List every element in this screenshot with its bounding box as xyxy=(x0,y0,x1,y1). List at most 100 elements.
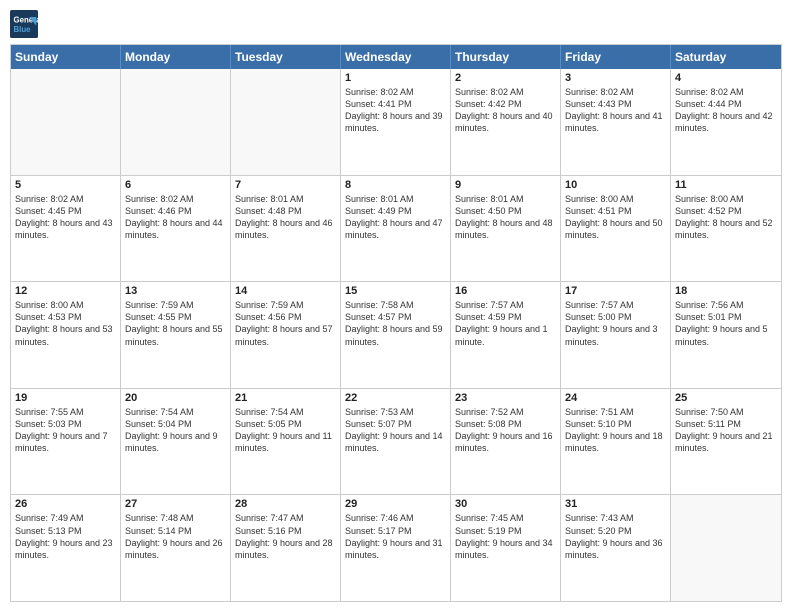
day-number: 8 xyxy=(345,179,446,191)
day-info: Sunrise: 8:02 AMSunset: 4:42 PMDaylight:… xyxy=(455,86,556,135)
day-info: Sunrise: 7:56 AMSunset: 5:01 PMDaylight:… xyxy=(675,299,777,348)
day-number: 9 xyxy=(455,179,556,191)
day-cell: 25 Sunrise: 7:50 AMSunset: 5:11 PMDayligh… xyxy=(671,389,781,495)
calendar-body: 1 Sunrise: 8:02 AMSunset: 4:41 PMDaylight… xyxy=(11,69,781,601)
day-number: 30 xyxy=(455,498,556,510)
page: General Blue SundayMondayTuesdayWednesda… xyxy=(0,0,792,612)
day-number: 15 xyxy=(345,285,446,297)
day-number: 2 xyxy=(455,72,556,84)
day-number: 12 xyxy=(15,285,116,297)
day-number: 7 xyxy=(235,179,336,191)
day-number: 10 xyxy=(565,179,666,191)
day-info: Sunrise: 7:54 AMSunset: 5:05 PMDaylight:… xyxy=(235,406,336,455)
day-cell: 15 Sunrise: 7:58 AMSunset: 4:57 PMDayligh… xyxy=(341,282,451,388)
calendar-row: 12 Sunrise: 8:00 AMSunset: 4:53 PMDayligh… xyxy=(11,282,781,389)
day-info: Sunrise: 8:00 AMSunset: 4:53 PMDaylight:… xyxy=(15,299,116,348)
day-number: 21 xyxy=(235,392,336,404)
day-cell: 2 Sunrise: 8:02 AMSunset: 4:42 PMDaylight… xyxy=(451,69,561,175)
day-number: 28 xyxy=(235,498,336,510)
day-info: Sunrise: 7:57 AMSunset: 5:00 PMDaylight:… xyxy=(565,299,666,348)
day-cell: 9 Sunrise: 8:01 AMSunset: 4:50 PMDaylight… xyxy=(451,176,561,282)
day-number: 24 xyxy=(565,392,666,404)
day-info: Sunrise: 7:50 AMSunset: 5:11 PMDaylight:… xyxy=(675,406,777,455)
day-number: 27 xyxy=(125,498,226,510)
day-info: Sunrise: 8:01 AMSunset: 4:50 PMDaylight:… xyxy=(455,193,556,242)
day-info: Sunrise: 8:02 AMSunset: 4:45 PMDaylight:… xyxy=(15,193,116,242)
day-cell: 12 Sunrise: 8:00 AMSunset: 4:53 PMDayligh… xyxy=(11,282,121,388)
day-info: Sunrise: 7:46 AMSunset: 5:17 PMDaylight:… xyxy=(345,512,446,561)
day-info: Sunrise: 7:48 AMSunset: 5:14 PMDaylight:… xyxy=(125,512,226,561)
day-cell: 28 Sunrise: 7:47 AMSunset: 5:16 PMDayligh… xyxy=(231,495,341,601)
day-number: 25 xyxy=(675,392,777,404)
day-cell: 13 Sunrise: 7:59 AMSunset: 4:55 PMDayligh… xyxy=(121,282,231,388)
day-cell: 7 Sunrise: 8:01 AMSunset: 4:48 PMDaylight… xyxy=(231,176,341,282)
header: General Blue xyxy=(10,10,782,38)
day-cell: 19 Sunrise: 7:55 AMSunset: 5:03 PMDayligh… xyxy=(11,389,121,495)
day-info: Sunrise: 8:01 AMSunset: 4:48 PMDaylight:… xyxy=(235,193,336,242)
day-number: 23 xyxy=(455,392,556,404)
day-number: 13 xyxy=(125,285,226,297)
day-number: 3 xyxy=(565,72,666,84)
logo-icon: General Blue xyxy=(10,10,38,38)
day-info: Sunrise: 7:47 AMSunset: 5:16 PMDaylight:… xyxy=(235,512,336,561)
calendar: SundayMondayTuesdayWednesdayThursdayFrid… xyxy=(10,44,782,602)
day-number: 19 xyxy=(15,392,116,404)
day-cell: 5 Sunrise: 8:02 AMSunset: 4:45 PMDaylight… xyxy=(11,176,121,282)
day-cell: 3Sunrise: 8:02 AMSunset: 4:43 PMDaylight… xyxy=(561,69,671,175)
day-info: Sunrise: 7:45 AMSunset: 5:19 PMDaylight:… xyxy=(455,512,556,561)
day-cell: 30 Sunrise: 7:45 AMSunset: 5:19 PMDayligh… xyxy=(451,495,561,601)
day-info: Sunrise: 7:55 AMSunset: 5:03 PMDaylight:… xyxy=(15,406,116,455)
day-number: 26 xyxy=(15,498,116,510)
day-number: 16 xyxy=(455,285,556,297)
day-info: Sunrise: 7:49 AMSunset: 5:13 PMDaylight:… xyxy=(15,512,116,561)
calendar-row: 5 Sunrise: 8:02 AMSunset: 4:45 PMDaylight… xyxy=(11,176,781,283)
day-number: 31 xyxy=(565,498,666,510)
day-info: Sunrise: 8:02 AMSunset: 4:41 PMDaylight:… xyxy=(345,86,446,135)
day-number: 18 xyxy=(675,285,777,297)
day-cell: 20 Sunrise: 7:54 AMSunset: 5:04 PMDayligh… xyxy=(121,389,231,495)
day-number: 14 xyxy=(235,285,336,297)
day-info: Sunrise: 8:00 AMSunset: 4:52 PMDaylight:… xyxy=(675,193,777,242)
day-number: 5 xyxy=(15,179,116,191)
calendar-header: SundayMondayTuesdayWednesdayThursdayFrid… xyxy=(11,45,781,69)
empty-cell xyxy=(11,69,121,175)
day-info: Sunrise: 7:57 AMSunset: 4:59 PMDaylight:… xyxy=(455,299,556,348)
day-info: Sunrise: 7:58 AMSunset: 4:57 PMDaylight:… xyxy=(345,299,446,348)
weekday-header: Tuesday xyxy=(231,45,341,69)
day-info: Sunrise: 7:54 AMSunset: 5:04 PMDaylight:… xyxy=(125,406,226,455)
logo: General Blue xyxy=(10,10,42,38)
day-number: 22 xyxy=(345,392,446,404)
calendar-row: 19 Sunrise: 7:55 AMSunset: 5:03 PMDayligh… xyxy=(11,389,781,496)
day-number: 20 xyxy=(125,392,226,404)
day-cell: 21 Sunrise: 7:54 AMSunset: 5:05 PMDayligh… xyxy=(231,389,341,495)
calendar-row: 26 Sunrise: 7:49 AMSunset: 5:13 PMDayligh… xyxy=(11,495,781,601)
day-cell: 8 Sunrise: 8:01 AMSunset: 4:49 PMDaylight… xyxy=(341,176,451,282)
day-info: Sunrise: 7:59 AMSunset: 4:55 PMDaylight:… xyxy=(125,299,226,348)
weekday-header: Friday xyxy=(561,45,671,69)
weekday-header: Saturday xyxy=(671,45,781,69)
day-number: 29 xyxy=(345,498,446,510)
day-info: Sunrise: 7:52 AMSunset: 5:08 PMDaylight:… xyxy=(455,406,556,455)
day-info: Sunrise: 7:43 AMSunset: 5:20 PMDaylight:… xyxy=(565,512,666,561)
day-info: Sunrise: 8:02 AMSunset: 4:44 PMDaylight:… xyxy=(675,86,777,135)
day-number: 1 xyxy=(345,72,446,84)
day-cell: 11Sunrise: 8:00 AMSunset: 4:52 PMDayligh… xyxy=(671,176,781,282)
day-info: Sunrise: 7:51 AMSunset: 5:10 PMDaylight:… xyxy=(565,406,666,455)
day-info: Sunrise: 8:01 AMSunset: 4:49 PMDaylight:… xyxy=(345,193,446,242)
day-cell: 31 Sunrise: 7:43 AMSunset: 5:20 PMDayligh… xyxy=(561,495,671,601)
day-cell: 18 Sunrise: 7:56 AMSunset: 5:01 PMDayligh… xyxy=(671,282,781,388)
day-cell: 17Sunrise: 7:57 AMSunset: 5:00 PMDayligh… xyxy=(561,282,671,388)
empty-cell xyxy=(231,69,341,175)
day-info: Sunrise: 8:02 AMSunset: 4:46 PMDaylight:… xyxy=(125,193,226,242)
day-info: Sunrise: 8:00 AMSunset: 4:51 PMDaylight:… xyxy=(565,193,666,242)
day-cell: 27 Sunrise: 7:48 AMSunset: 5:14 PMDayligh… xyxy=(121,495,231,601)
day-cell: 23 Sunrise: 7:52 AMSunset: 5:08 PMDayligh… xyxy=(451,389,561,495)
weekday-header: Thursday xyxy=(451,45,561,69)
day-cell: 6 Sunrise: 8:02 AMSunset: 4:46 PMDaylight… xyxy=(121,176,231,282)
svg-text:Blue: Blue xyxy=(14,25,32,34)
day-number: 4 xyxy=(675,72,777,84)
day-number: 6 xyxy=(125,179,226,191)
day-info: Sunrise: 7:59 AMSunset: 4:56 PMDaylight:… xyxy=(235,299,336,348)
weekday-header: Sunday xyxy=(11,45,121,69)
empty-cell xyxy=(121,69,231,175)
